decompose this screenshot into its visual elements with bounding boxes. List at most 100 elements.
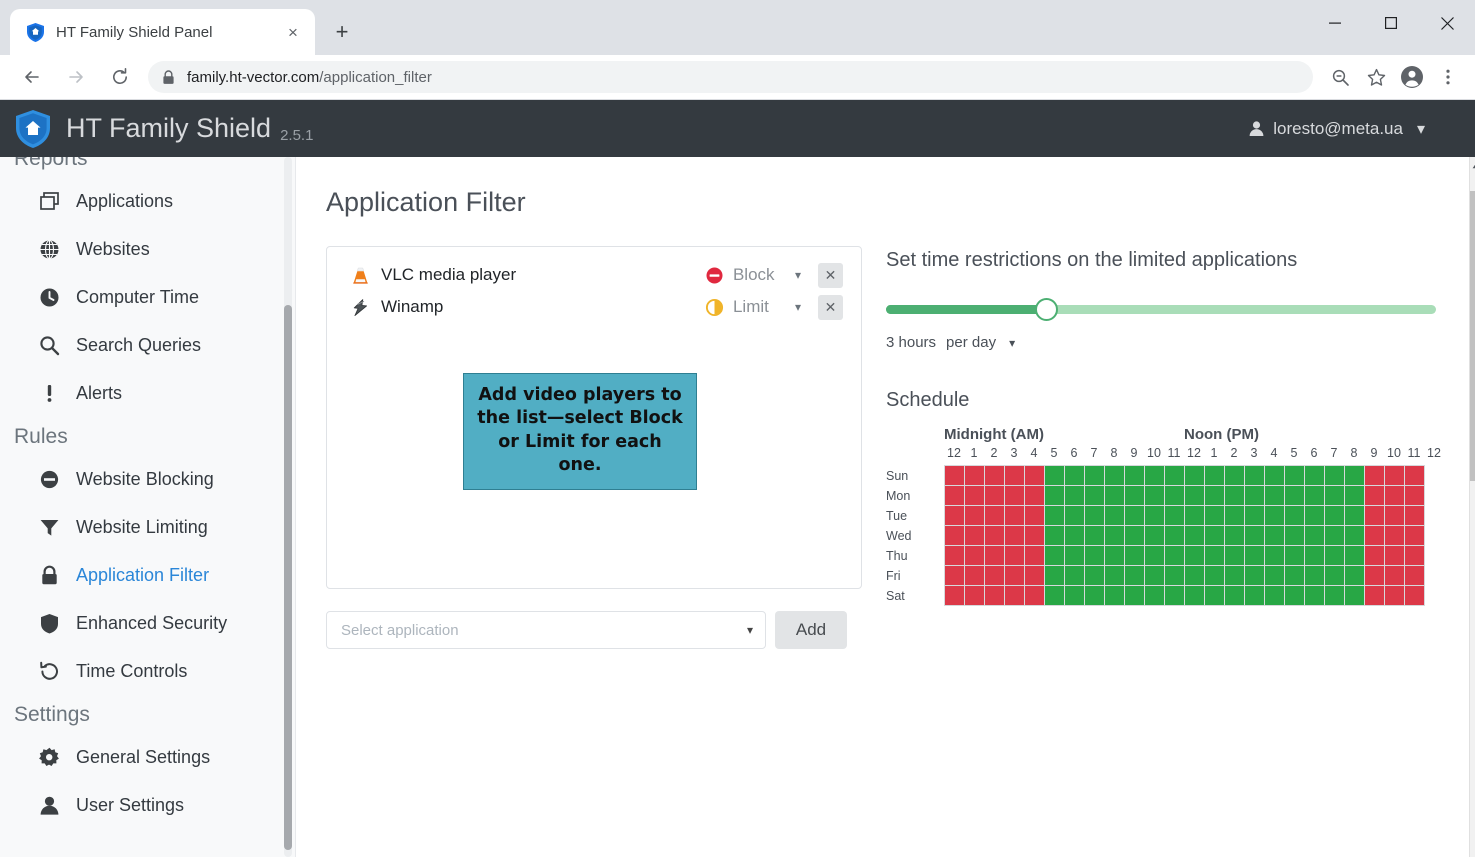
sidebar-item-general-settings[interactable]: General Settings <box>0 733 295 781</box>
schedule-cell-allowed[interactable] <box>1045 506 1064 525</box>
schedule-cell-allowed[interactable] <box>1345 526 1364 545</box>
schedule-cell-allowed[interactable] <box>1225 526 1244 545</box>
sidebar-item-user-settings[interactable]: User Settings <box>0 781 295 829</box>
schedule-cell-blocked[interactable] <box>965 526 984 545</box>
schedule-cell-blocked[interactable] <box>1385 466 1404 485</box>
schedule-cell-allowed[interactable] <box>1245 466 1264 485</box>
schedule-cell-blocked[interactable] <box>1405 486 1424 505</box>
schedule-cell-blocked[interactable] <box>945 466 964 485</box>
schedule-cell-blocked[interactable] <box>1005 546 1024 565</box>
schedule-cell-allowed[interactable] <box>1325 486 1344 505</box>
schedule-cell-allowed[interactable] <box>1285 526 1304 545</box>
sidebar-item-enhanced-security[interactable]: Enhanced Security <box>0 599 295 647</box>
schedule-cell-blocked[interactable] <box>1385 566 1404 585</box>
schedule-cell-allowed[interactable] <box>1265 546 1284 565</box>
sidebar-item-application-filter[interactable]: Application Filter <box>0 551 295 599</box>
schedule-cell-allowed[interactable] <box>1185 466 1204 485</box>
schedule-cell-blocked[interactable] <box>985 546 1004 565</box>
schedule-cell-allowed[interactable] <box>1045 526 1064 545</box>
schedule-cell-allowed[interactable] <box>1125 486 1144 505</box>
select-application-dropdown[interactable]: Select application ▾ <box>326 611 766 649</box>
schedule-cell-allowed[interactable] <box>1065 486 1084 505</box>
address-bar[interactable]: family.ht-vector.com/application_filter <box>148 61 1313 93</box>
page-scrollbar-thumb[interactable] <box>1470 191 1475 481</box>
schedule-cell-allowed[interactable] <box>1205 586 1224 605</box>
schedule-cell-blocked[interactable] <box>1405 526 1424 545</box>
schedule-cell-allowed[interactable] <box>1165 546 1184 565</box>
schedule-cell-blocked[interactable] <box>965 586 984 605</box>
browser-tab[interactable]: HT Family Shield Panel × <box>10 9 315 55</box>
schedule-cell-allowed[interactable] <box>1065 526 1084 545</box>
schedule-cell-allowed[interactable] <box>1245 586 1264 605</box>
application-status-dropdown[interactable]: Block ▾ <box>705 265 801 285</box>
sidebar-item-computer-time[interactable]: Computer Time <box>0 273 295 321</box>
schedule-cell-allowed[interactable] <box>1125 586 1144 605</box>
schedule-cell-allowed[interactable] <box>1185 566 1204 585</box>
schedule-cell-allowed[interactable] <box>1225 486 1244 505</box>
sidebar-item-website-blocking[interactable]: Website Blocking <box>0 455 295 503</box>
schedule-cell-allowed[interactable] <box>1165 566 1184 585</box>
schedule-cell-allowed[interactable] <box>1185 506 1204 525</box>
schedule-cell-allowed[interactable] <box>1265 586 1284 605</box>
schedule-cell-allowed[interactable] <box>1045 586 1064 605</box>
schedule-cell-blocked[interactable] <box>1405 546 1424 565</box>
schedule-cell-allowed[interactable] <box>1185 526 1204 545</box>
schedule-cell-allowed[interactable] <box>1305 506 1324 525</box>
schedule-cell-blocked[interactable] <box>945 506 964 525</box>
schedule-cell-blocked[interactable] <box>1005 526 1024 545</box>
schedule-cell-allowed[interactable] <box>1105 486 1124 505</box>
schedule-cell-allowed[interactable] <box>1165 526 1184 545</box>
schedule-cell-allowed[interactable] <box>1045 546 1064 565</box>
schedule-cell-allowed[interactable] <box>1065 466 1084 485</box>
schedule-cell-allowed[interactable] <box>1165 506 1184 525</box>
schedule-cell-allowed[interactable] <box>1225 566 1244 585</box>
tab-close-icon[interactable]: × <box>281 20 305 44</box>
schedule-cell-allowed[interactable] <box>1265 526 1284 545</box>
schedule-cell-blocked[interactable] <box>945 566 964 585</box>
schedule-cell-allowed[interactable] <box>1245 566 1264 585</box>
schedule-cell-allowed[interactable] <box>1305 566 1324 585</box>
scroll-up-icon[interactable] <box>1469 157 1475 174</box>
back-button[interactable] <box>15 60 49 94</box>
schedule-cell-blocked[interactable] <box>1005 486 1024 505</box>
schedule-cell-allowed[interactable] <box>1305 466 1324 485</box>
application-status-dropdown[interactable]: Limit ▾ <box>705 297 801 317</box>
forward-button[interactable] <box>59 60 93 94</box>
schedule-cell-allowed[interactable] <box>1305 586 1324 605</box>
schedule-cell-blocked[interactable] <box>1385 506 1404 525</box>
schedule-cell-blocked[interactable] <box>1365 546 1384 565</box>
schedule-cell-allowed[interactable] <box>1285 586 1304 605</box>
schedule-cell-blocked[interactable] <box>1005 506 1024 525</box>
schedule-cell-blocked[interactable] <box>1365 566 1384 585</box>
schedule-cell-blocked[interactable] <box>1385 586 1404 605</box>
schedule-cell-allowed[interactable] <box>1245 546 1264 565</box>
schedule-cell-blocked[interactable] <box>945 486 964 505</box>
schedule-cell-allowed[interactable] <box>1185 486 1204 505</box>
schedule-cell-allowed[interactable] <box>1285 466 1304 485</box>
sidebar-item-time-controls[interactable]: Time Controls <box>0 647 295 695</box>
schedule-cell-allowed[interactable] <box>1145 466 1164 485</box>
window-maximize-button[interactable] <box>1363 0 1419 46</box>
schedule-cell-allowed[interactable] <box>1325 566 1344 585</box>
add-button[interactable]: Add <box>775 611 847 649</box>
schedule-cell-allowed[interactable] <box>1205 466 1224 485</box>
schedule-cell-allowed[interactable] <box>1085 566 1104 585</box>
schedule-cell-allowed[interactable] <box>1125 506 1144 525</box>
schedule-cell-allowed[interactable] <box>1245 506 1264 525</box>
schedule-cell-allowed[interactable] <box>1245 486 1264 505</box>
schedule-cell-allowed[interactable] <box>1065 566 1084 585</box>
schedule-cell-allowed[interactable] <box>1145 566 1164 585</box>
schedule-cell-blocked[interactable] <box>1365 526 1384 545</box>
schedule-cell-blocked[interactable] <box>985 506 1004 525</box>
schedule-cell-blocked[interactable] <box>1005 586 1024 605</box>
schedule-cell-allowed[interactable] <box>1125 546 1144 565</box>
schedule-cell-blocked[interactable] <box>965 546 984 565</box>
schedule-cell-allowed[interactable] <box>1305 486 1324 505</box>
schedule-cell-blocked[interactable] <box>1005 566 1024 585</box>
schedule-cell-allowed[interactable] <box>1205 546 1224 565</box>
schedule-cell-allowed[interactable] <box>1225 546 1244 565</box>
sidebar-item-website-limiting[interactable]: Website Limiting <box>0 503 295 551</box>
schedule-cell-blocked[interactable] <box>1385 526 1404 545</box>
schedule-cell-allowed[interactable] <box>1185 586 1204 605</box>
schedule-cell-allowed[interactable] <box>1045 466 1064 485</box>
